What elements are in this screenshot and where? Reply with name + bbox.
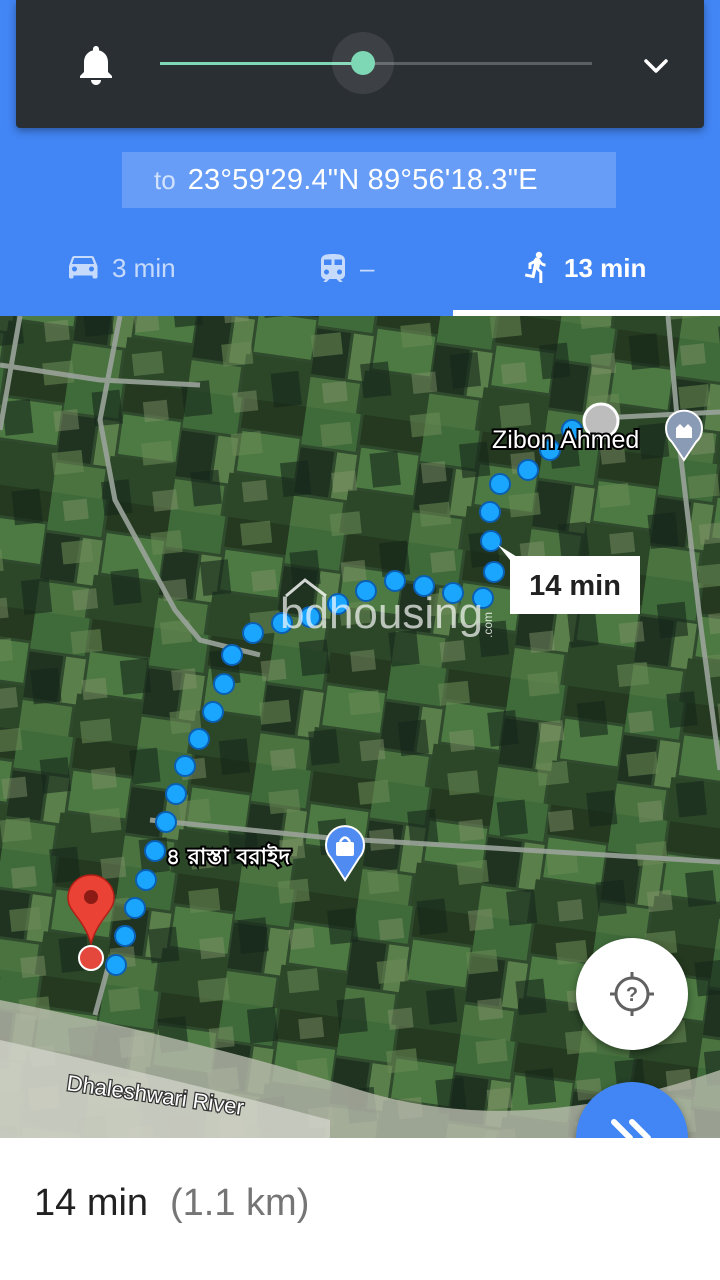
tab-walk[interactable]: 13 min	[524, 246, 646, 290]
route-dot	[221, 644, 243, 666]
volume-slider[interactable]	[160, 32, 592, 94]
route-dot	[124, 897, 146, 919]
route-summary-sheet[interactable]: 14 min (1.1 km)	[0, 1138, 720, 1280]
route-dot	[213, 673, 235, 695]
route-dot	[188, 728, 210, 750]
location-unknown-icon: ?	[610, 972, 654, 1016]
watermark: bdhousing .com	[280, 578, 495, 638]
tab-transit[interactable]: –	[320, 246, 374, 290]
train-icon	[321, 254, 345, 282]
destination-field[interactable]: to 23°59'29.4"N 89°56'18.3"E	[122, 152, 616, 208]
volume-slider-thumb[interactable]	[351, 51, 376, 75]
route-dot	[517, 459, 539, 481]
watermark-text: bdhousing	[280, 589, 483, 638]
place-label-zibon: Zibon Ahmed	[492, 426, 639, 454]
route-dot	[135, 869, 157, 891]
volume-panel	[16, 0, 704, 128]
route-dot	[155, 811, 177, 833]
route-dot	[202, 701, 224, 723]
chevron-down-icon[interactable]	[642, 52, 670, 80]
route-dot	[144, 840, 166, 862]
route-dot	[384, 570, 406, 592]
route-dot	[480, 530, 502, 552]
route-duration-label: 14 min	[529, 570, 621, 602]
route-dot	[483, 561, 505, 583]
tab-drive[interactable]: 3 min	[68, 246, 176, 290]
summary-duration: 14 min	[34, 1182, 149, 1224]
bell-icon[interactable]	[76, 44, 116, 88]
summary-distance: (1.1 km)	[170, 1182, 310, 1224]
walking-icon	[524, 251, 546, 283]
route-dot	[114, 925, 136, 947]
route-dot	[489, 473, 511, 495]
place-label-bangla: ৪ রাস্তা বরাইদ	[166, 843, 291, 870]
watermark-suffix: .com	[481, 612, 495, 638]
route-dot	[105, 954, 127, 976]
route-dot	[479, 501, 501, 523]
destination-prefix: to	[154, 164, 176, 195]
destination-coordinates: 23°59'29.4"N 89°56'18.3"E	[187, 163, 538, 196]
walk-duration: 13 min	[564, 252, 647, 283]
directions-header: to 23°59'29.4"N 89°56'18.3"E 3 min – 13 …	[0, 0, 720, 316]
route-dot	[165, 783, 187, 805]
route-dot	[242, 622, 264, 644]
transit-duration: –	[360, 252, 375, 283]
car-icon	[69, 256, 98, 279]
route-dot	[174, 755, 196, 777]
drive-duration: 3 min	[112, 252, 176, 283]
svg-text:?: ?	[626, 984, 638, 1006]
my-location-button[interactable]: ?	[576, 938, 688, 1050]
